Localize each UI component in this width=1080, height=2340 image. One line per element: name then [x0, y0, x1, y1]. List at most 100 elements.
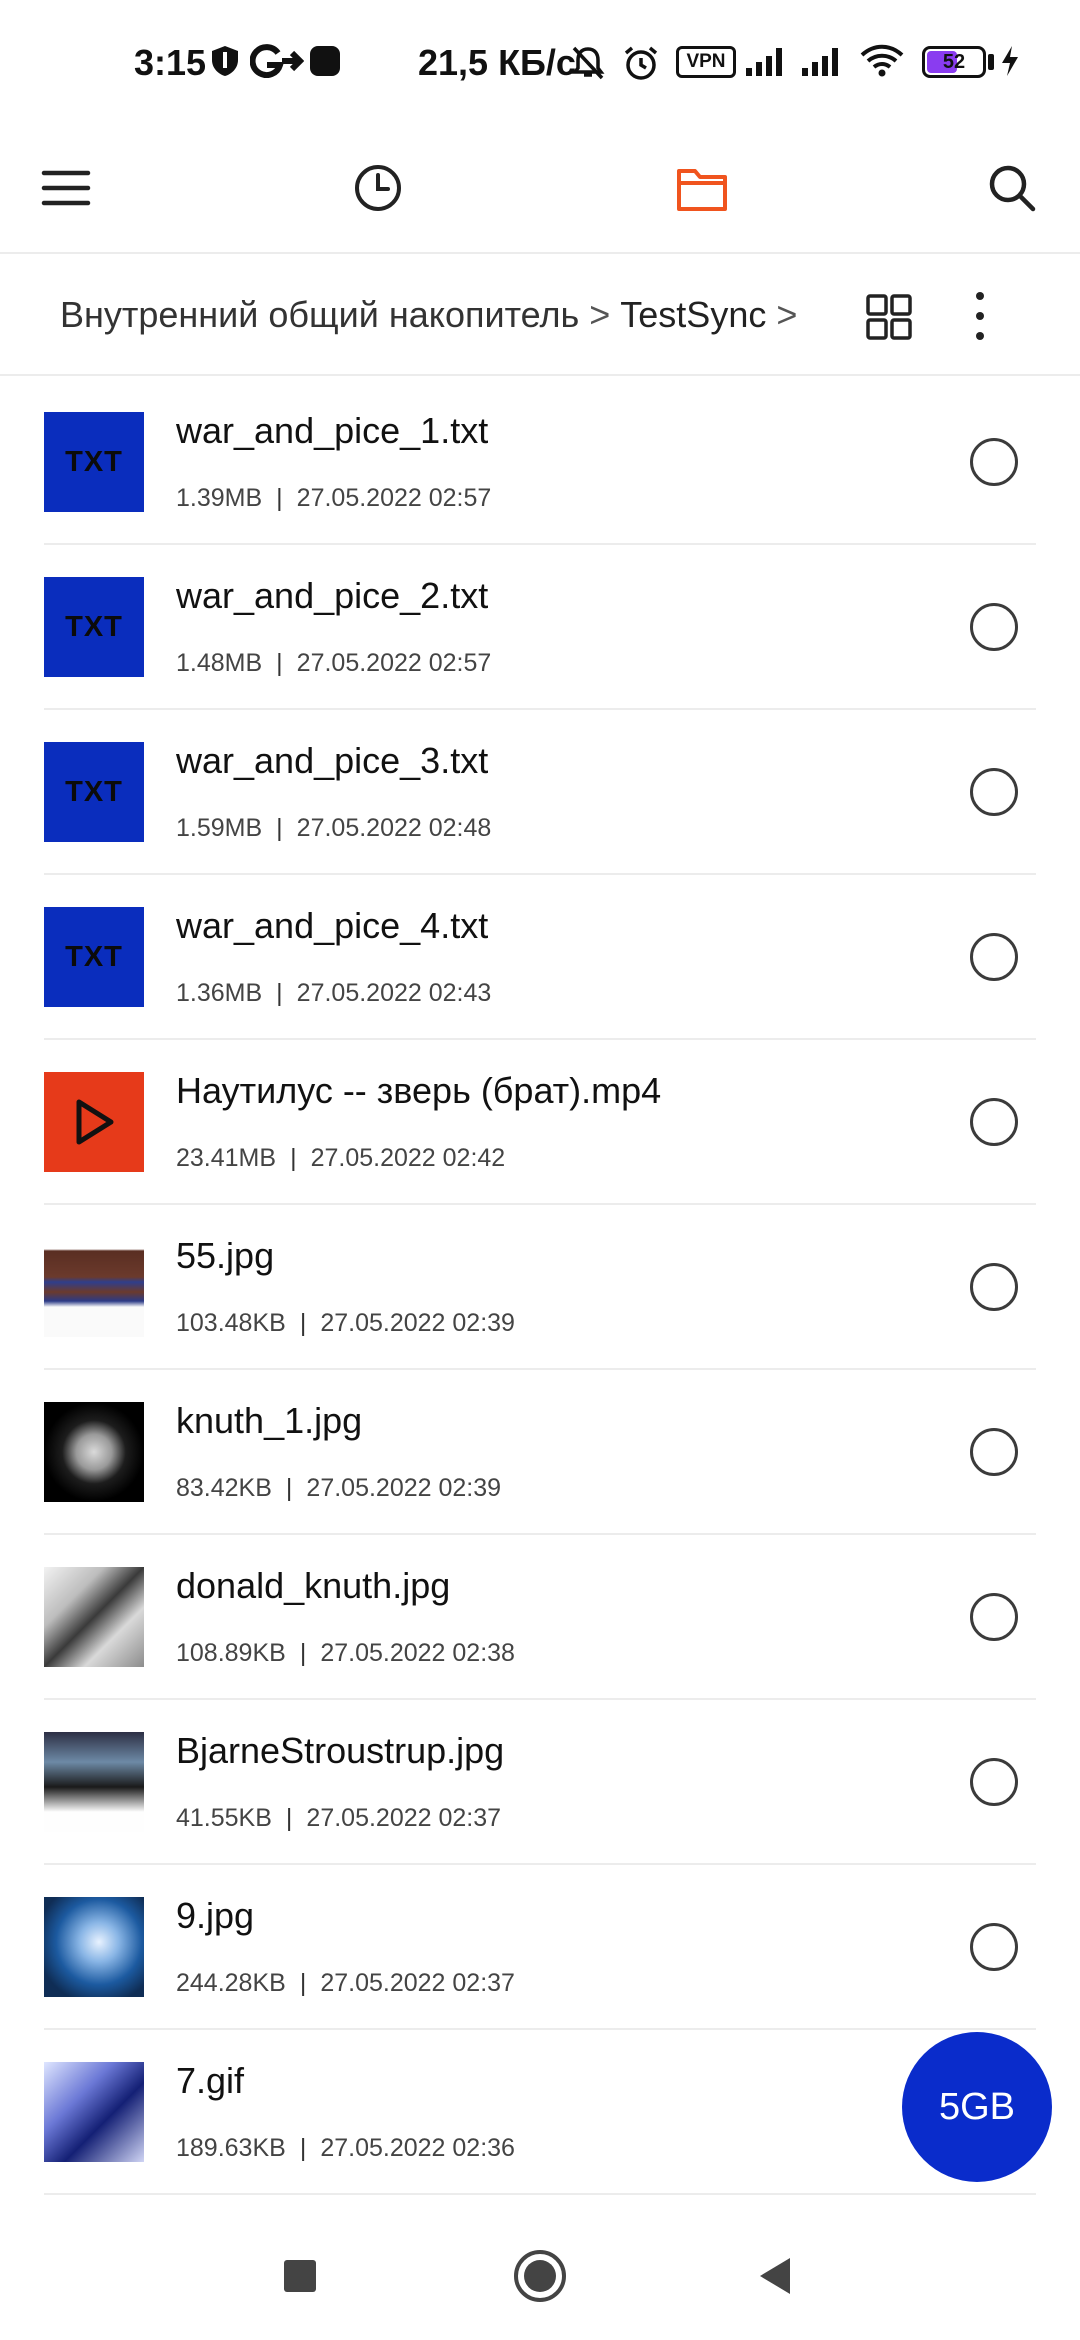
battery-icon: 52 [922, 46, 986, 78]
status-bar: 3:15 21,5 КБ/с VPN 52 [0, 0, 1080, 124]
files-tab[interactable] [662, 148, 742, 228]
select-radio[interactable] [970, 1098, 1018, 1146]
file-date: 27.05.2022 02:48 [296, 814, 492, 842]
file-row[interactable]: 9.jpg 244.28KB | 27.05.2022 02:37 [0, 1865, 1080, 2030]
file-name: war_and_pice_2.txt [176, 575, 489, 616]
file-row[interactable]: knuth_1.jpg 83.42KB | 27.05.2022 02:39 [0, 1370, 1080, 1535]
file-date: 27.05.2022 02:39 [306, 1474, 502, 1502]
file-name: war_and_pice_3.txt [176, 740, 489, 781]
wifi-icon [860, 44, 904, 78]
breadcrumb-divider [0, 374, 1080, 376]
meta-separator: | [299, 1639, 307, 1667]
file-size: 23.41MB [176, 1144, 277, 1172]
chevron-right-icon: > [589, 294, 611, 335]
file-meta: 1.59MB | 27.05.2022 02:48 [176, 814, 491, 843]
more-options-button[interactable] [958, 286, 1002, 346]
select-radio[interactable] [970, 1923, 1018, 1971]
shield-icon [210, 44, 240, 78]
network-speed: 21,5 КБ/с [418, 42, 576, 83]
file-size: 83.42KB [176, 1474, 272, 1502]
image-thumbnail [44, 1237, 144, 1337]
file-meta: 1.48MB | 27.05.2022 02:57 [176, 649, 491, 678]
meta-separator: | [299, 1969, 307, 1997]
app-icon [308, 44, 342, 78]
recents-button[interactable] [268, 2244, 332, 2308]
breadcrumb-root[interactable]: Внутренний общий накопитель [60, 294, 579, 336]
menu-button[interactable] [26, 148, 106, 228]
vpn-icon: VPN [676, 46, 736, 78]
file-size: 41.55KB [176, 1804, 272, 1832]
meta-separator: | [290, 1144, 297, 1172]
file-row[interactable]: TXT war_and_pice_4.txt 1.36MB | 27.05.2022… [0, 875, 1080, 1040]
select-radio[interactable] [970, 1428, 1018, 1476]
breadcrumb-current[interactable]: TestSync [620, 294, 766, 336]
file-date: 27.05.2022 02:37 [320, 1969, 515, 1997]
more-dots-icon [976, 292, 984, 300]
select-radio[interactable] [970, 438, 1018, 486]
file-date: 27.05.2022 02:37 [306, 1804, 502, 1832]
file-name: donald_knuth.jpg [176, 1565, 451, 1606]
file-row[interactable]: 55.jpg 103.48KB | 27.05.2022 02:39 [0, 1205, 1080, 1370]
file-name: 7.gif [176, 2060, 245, 2101]
file-meta: 23.41MB | 27.05.2022 02:42 [176, 1144, 505, 1173]
meta-separator: | [276, 814, 283, 842]
folder-icon [677, 169, 727, 211]
file-size: 189.63KB [176, 2134, 286, 2162]
more-dots-icon [976, 332, 984, 340]
txt-file-icon: TXT [44, 412, 144, 512]
txt-file-icon: TXT [44, 577, 144, 677]
battery-tip [988, 54, 994, 70]
meta-separator: | [299, 2134, 307, 2162]
file-row[interactable]: Наутилус -- зверь (брат).mp4 23.41MB | 27.… [0, 1040, 1080, 1205]
file-size: 103.48KB [176, 1309, 286, 1337]
file-date: 27.05.2022 02:38 [320, 1639, 515, 1667]
back-triangle-icon [760, 2258, 790, 2294]
file-row[interactable]: TXT war_and_pice_2.txt 1.48MB | 27.05.2022… [0, 545, 1080, 710]
breadcrumb-bar: Внутренний общий накопитель > TestSync > [0, 254, 1080, 374]
alarm-icon [622, 44, 660, 82]
battery-level: 52 [942, 50, 966, 73]
back-button[interactable] [744, 2244, 808, 2308]
home-button[interactable] [508, 2244, 572, 2308]
home-circle-icon [514, 2250, 566, 2302]
recent-tab[interactable] [338, 148, 418, 228]
row-divider [44, 2193, 1036, 2195]
menu-icon [41, 170, 91, 206]
file-name: BjarneStroustrup.jpg [176, 1730, 505, 1771]
recents-square-icon [284, 2260, 316, 2292]
file-meta: 103.48KB | 27.05.2022 02:39 [176, 1309, 515, 1338]
file-row[interactable]: TXT war_and_pice_1.txt 1.39MB | 27.05.2022… [0, 380, 1080, 545]
file-date: 27.05.2022 02:42 [310, 1144, 506, 1172]
select-radio[interactable] [970, 933, 1018, 981]
select-radio[interactable] [970, 603, 1018, 651]
file-size: 1.59MB [176, 814, 263, 842]
select-radio[interactable] [970, 1758, 1018, 1806]
file-row[interactable]: TXT war_and_pice_3.txt 1.59MB | 27.05.2022… [0, 710, 1080, 875]
meta-separator: | [276, 979, 283, 1007]
file-date: 27.05.2022 02:57 [296, 484, 492, 512]
file-row[interactable]: donald_knuth.jpg 108.89KB | 27.05.2022 02:… [0, 1535, 1080, 1700]
file-row[interactable]: BjarneStroustrup.jpg 41.55KB | 27.05.2022 … [0, 1700, 1080, 1865]
meta-separator: | [299, 1309, 307, 1337]
file-name: knuth_1.jpg [176, 1400, 363, 1441]
image-thumbnail [44, 1897, 144, 1997]
grid-view-button[interactable] [864, 292, 914, 342]
meta-separator: | [285, 1474, 293, 1502]
search-button[interactable] [972, 148, 1052, 228]
image-thumbnail [44, 1732, 144, 1832]
txt-file-icon: TXT [44, 742, 144, 842]
select-radio[interactable] [970, 1263, 1018, 1311]
file-manager-screen: 3:15 21,5 КБ/с VPN 52 Внутренний общий н… [0, 0, 1080, 2340]
file-name: war_and_pice_1.txt [176, 410, 489, 451]
select-radio[interactable] [970, 1593, 1018, 1641]
file-name: war_and_pice_4.txt [176, 905, 489, 946]
storage-button[interactable]: 5GB [902, 2032, 1052, 2182]
txt-file-icon: TXT [44, 907, 144, 1007]
file-meta: 108.89KB | 27.05.2022 02:38 [176, 1639, 515, 1668]
image-thumbnail [44, 2062, 144, 2162]
charging-icon [998, 44, 1022, 78]
meta-separator: | [276, 484, 283, 512]
meta-separator: | [285, 1804, 293, 1832]
g-logo-icon [250, 44, 304, 78]
select-radio[interactable] [970, 768, 1018, 816]
